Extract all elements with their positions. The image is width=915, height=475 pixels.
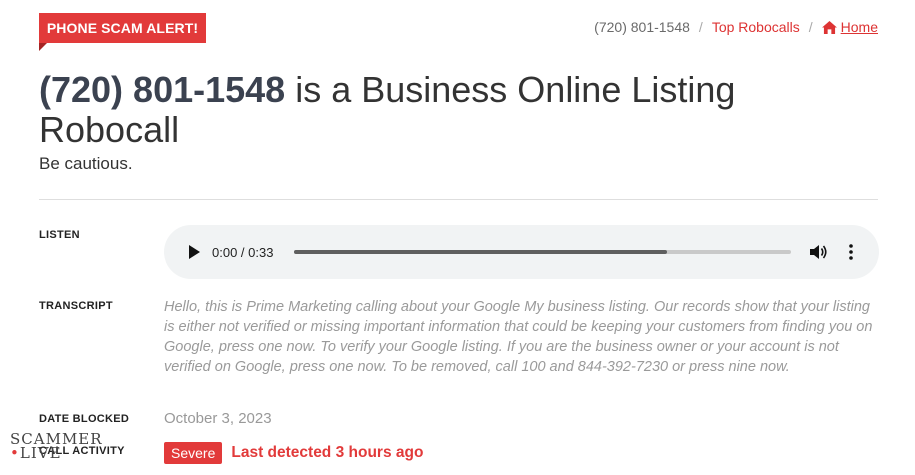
phone-scam-alert-badge: PHONE SCAM ALERT! — [39, 13, 206, 51]
page-title: (720) 801-1548 is a Business Online List… — [39, 70, 859, 150]
volume-button[interactable] — [809, 242, 829, 262]
breadcrumb-home-label: Home — [840, 19, 878, 35]
call-activity: Severe Last detected 3 hours ago — [164, 442, 423, 464]
breadcrumb-top-robocalls-link[interactable]: Top Robocalls — [712, 19, 800, 35]
breadcrumb-separator: / — [808, 19, 813, 35]
breadcrumb-current: (720) 801-1548 — [594, 19, 690, 35]
more-vert-icon — [849, 244, 853, 260]
audio-seek-progress — [294, 250, 667, 254]
volume-icon — [810, 245, 827, 259]
audio-time: 0:00 / 0:33 — [212, 244, 274, 260]
severity-badge: Severe — [164, 442, 223, 464]
watermark-line-2: •LIVE — [10, 444, 62, 462]
last-detected-text: Last detected 3 hours ago — [231, 444, 424, 461]
play-button[interactable] — [184, 242, 204, 262]
transcript-label: TRANSCRIPT — [39, 300, 113, 312]
audio-player[interactable]: 0:00 / 0:33 — [164, 225, 879, 279]
audio-seek-bar[interactable] — [294, 250, 791, 254]
page-title-number: (720) 801-1548 — [39, 69, 286, 110]
breadcrumb-separator: / — [698, 19, 703, 35]
watermark-line-2-text: LIVE — [19, 444, 62, 462]
home-icon — [821, 20, 837, 34]
play-icon — [189, 245, 200, 259]
breadcrumb-home-link[interactable]: Home — [821, 19, 878, 35]
transcript-text: Hello, this is Prime Marketing calling a… — [164, 299, 873, 375]
scammer-live-watermark-logo: SCAMMER •LIVE — [10, 432, 103, 462]
divider — [39, 199, 878, 200]
listen-label: LISTEN — [39, 229, 80, 241]
date-blocked-value: October 3, 2023 — [164, 410, 272, 427]
breadcrumb: (720) 801-1548 / Top Robocalls / Home — [594, 19, 878, 35]
date-blocked-label: DATE BLOCKED — [39, 413, 130, 425]
caution-subtitle: Be cautious. — [39, 154, 133, 173]
more-options-button[interactable] — [841, 242, 861, 262]
